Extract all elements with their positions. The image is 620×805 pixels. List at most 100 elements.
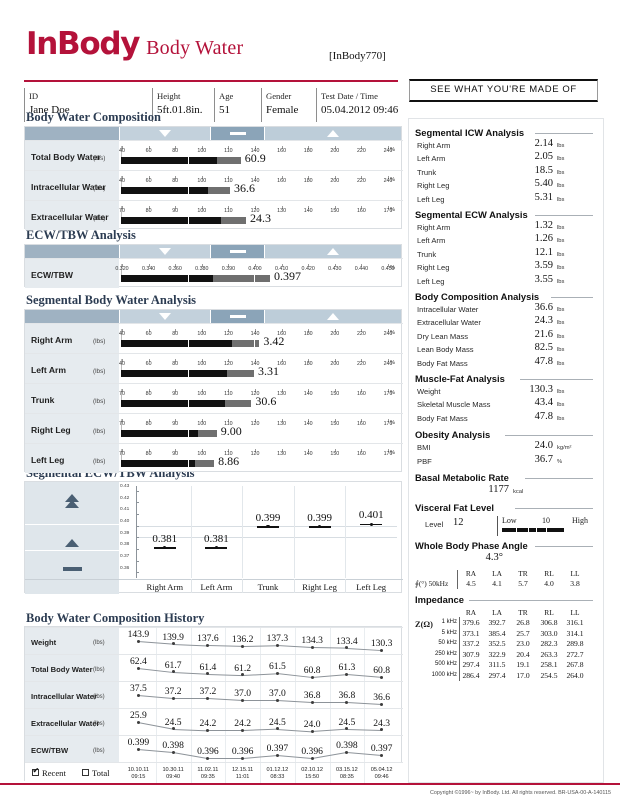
history-column-divider bbox=[260, 682, 261, 709]
band-segment-1 bbox=[25, 245, 119, 258]
chart-point-label: 0.381 bbox=[152, 533, 177, 545]
section-title-bmr: Basal Metabolic Rate bbox=[415, 472, 509, 483]
history-data-label: 61.2 bbox=[234, 663, 251, 674]
gauge-bar-fill-light bbox=[221, 217, 246, 224]
normal-range-marker-icon bbox=[230, 132, 246, 135]
chart-y-tick-label: 0.37 bbox=[120, 554, 129, 559]
scale-tick-label: 110 bbox=[224, 148, 232, 154]
scale-tick-label: 60 bbox=[146, 331, 152, 337]
scale-tick-label: 220 bbox=[357, 361, 366, 367]
band-segment-1 bbox=[25, 127, 119, 140]
gauge-row-value: 9.00 bbox=[221, 427, 242, 436]
history-row: Intracellular Water(lbs)37.537.237.237.0… bbox=[25, 681, 403, 708]
normal-range-marker-icon bbox=[230, 250, 246, 253]
history-row-label: ECW/TBW bbox=[31, 746, 68, 755]
impedance-value-2-0: 337.2 bbox=[458, 639, 484, 648]
history-column-divider bbox=[260, 655, 261, 682]
gauge-row-label: Total Body Water bbox=[31, 152, 101, 162]
scale-tick-label: 60 bbox=[146, 148, 152, 154]
visceral-fat-bar-notch bbox=[528, 528, 529, 532]
muscle-fat-skeletal-muscle-mass-label: Skeletal Muscle Mass bbox=[417, 400, 490, 409]
info-value: Female bbox=[266, 103, 316, 117]
gauge-row-label: Left Leg bbox=[31, 455, 64, 465]
segmental-icw-trunk-unit: lbs bbox=[557, 170, 564, 176]
chart-column-divider bbox=[345, 486, 346, 578]
segmental-icw-right-arm-unit: lbs bbox=[557, 143, 564, 149]
body-composition-dry-lean-mass-unit: lbs bbox=[557, 334, 564, 340]
segmental-ecw-trunk-value: 12.1 bbox=[509, 247, 553, 258]
history-column-divider bbox=[191, 709, 192, 736]
segmental-icw-right-leg-label: Right Leg bbox=[417, 181, 450, 190]
scale-tick-label: 110 bbox=[224, 178, 232, 184]
percent-symbol: % bbox=[390, 207, 395, 213]
history-data-label: 0.397 bbox=[371, 743, 393, 754]
history-time: 09:15 bbox=[121, 774, 156, 781]
impedance-value-5-1: 297.4 bbox=[484, 671, 510, 680]
muscle-fat-skeletal-muscle-mass-unit: lbs bbox=[557, 402, 564, 408]
chart-data-point bbox=[266, 525, 269, 528]
body-composition-intracellular-water-value: 36.6 bbox=[509, 302, 553, 313]
history-column-divider bbox=[295, 682, 296, 709]
impedance-value-3-0: 307.9 bbox=[458, 650, 484, 659]
history-data-label: 137.3 bbox=[267, 633, 289, 644]
segmental-icw-trunk-value: 18.5 bbox=[509, 165, 553, 176]
section-underline bbox=[505, 435, 593, 436]
history-row: Total Body Water(lbs)62.461.761.461.261.… bbox=[25, 654, 403, 681]
history-column-divider bbox=[191, 655, 192, 682]
scale-tick-label: 0.390 bbox=[222, 266, 235, 272]
right-results-column: Segmental ICW AnalysisRight Arm2.14lbsLe… bbox=[408, 118, 604, 783]
segmental-icw-right-leg-unit: lbs bbox=[557, 183, 564, 189]
segmental-icw-left-leg-value: 5.31 bbox=[509, 192, 553, 203]
impedance-value-4-3: 258.1 bbox=[536, 660, 562, 669]
gauge-row-unit: (lbs) bbox=[93, 458, 105, 465]
history-data-label: 25.9 bbox=[130, 710, 147, 721]
section-title-segmental-icw: Segmental ICW Analysis bbox=[415, 127, 524, 138]
history-date-divider bbox=[260, 763, 261, 783]
gauge-row: Right Leg(lbs)70809010011012013014015016… bbox=[25, 413, 403, 443]
impedance-frequency-0: 1 kHz bbox=[421, 619, 457, 625]
history-trend-line bbox=[173, 698, 208, 699]
history-data-label: 36.8 bbox=[304, 690, 321, 701]
scale-tick-label: 70 bbox=[119, 421, 125, 427]
history-column-divider bbox=[225, 655, 226, 682]
history-row-plot: 25.924.524.224.224.524.024.524.3 bbox=[121, 709, 399, 736]
history-column-divider bbox=[330, 682, 331, 709]
history-trend-line bbox=[312, 702, 347, 703]
impedance-value-2-2: 23.0 bbox=[510, 639, 536, 648]
info-field-4: Test Date / Time05.04.2012 09:46 bbox=[316, 88, 426, 122]
scale-tick-label: 90 bbox=[172, 421, 178, 427]
scale-tick-label: 180 bbox=[304, 331, 313, 337]
history-date: 01.12.12 bbox=[260, 767, 295, 774]
gauge-bar-fill-dark bbox=[121, 340, 232, 347]
scale-tick-label: 80 bbox=[172, 178, 178, 184]
history-column-divider bbox=[260, 628, 261, 655]
scale-tick-label: 100 bbox=[197, 178, 206, 184]
checkmark-icon: ✔ bbox=[33, 767, 40, 774]
total-checkbox[interactable] bbox=[82, 769, 89, 776]
history-trend-line bbox=[208, 674, 243, 676]
logo-subtitle: Body Water bbox=[146, 37, 243, 59]
history-time: 09:46 bbox=[364, 774, 399, 781]
percent-symbol: % bbox=[390, 330, 395, 336]
scale-tick-label: 150 bbox=[330, 451, 339, 457]
history-trend-line bbox=[347, 729, 382, 731]
scale-tick-label: 200 bbox=[330, 361, 339, 367]
segmental-icw-right-leg-value: 5.40 bbox=[509, 178, 553, 189]
normal-range-marker-icon bbox=[25, 558, 119, 576]
section-underline bbox=[525, 478, 593, 479]
gauge-bar-fill-light bbox=[213, 275, 270, 282]
gauge-row-label: ECW/TBW bbox=[31, 270, 73, 280]
gauge-row-unit: (lbs) bbox=[93, 185, 105, 192]
chart-x-divider bbox=[294, 579, 295, 593]
chart-data-point bbox=[215, 546, 218, 549]
scale-tick-label: 80 bbox=[146, 391, 152, 397]
history-data-label: 61.7 bbox=[165, 660, 182, 671]
segmental-ecw-trunk-label: Trunk bbox=[417, 250, 436, 259]
gauge-header-band bbox=[25, 310, 401, 323]
history-row: Weight(lbs)143.9139.9137.6136.2137.3134.… bbox=[25, 627, 403, 654]
body-composition-body-fat-mass-value: 47.8 bbox=[509, 356, 553, 367]
percent-symbol: % bbox=[390, 390, 395, 396]
history-date: 10.30.11 bbox=[156, 767, 191, 774]
phase-angle-col-tr: TR bbox=[511, 569, 535, 578]
history-column-divider bbox=[330, 736, 331, 763]
